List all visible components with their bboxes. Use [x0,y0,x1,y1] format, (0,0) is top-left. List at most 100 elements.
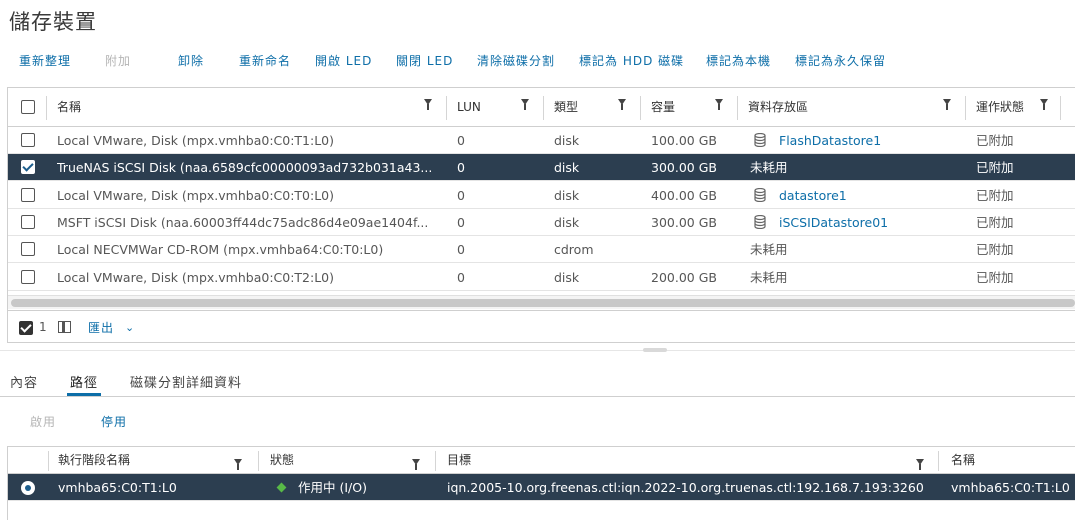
device-datastore: 未耗用 [750,242,788,258]
erase-partitions-button[interactable]: 清除磁碟分割 [477,52,555,69]
column-header-capacity[interactable]: 容量 [640,88,737,127]
filter-icon[interactable] [618,99,626,110]
device-lun: 0 [457,242,465,258]
column-header-name[interactable]: 名稱 [46,88,446,127]
tab-paths[interactable]: 路徑 [70,372,98,391]
chevron-down-icon[interactable]: ⌄ [125,321,134,334]
device-capacity: 400.00 GB [651,187,717,203]
filter-icon[interactable] [424,99,432,110]
datastore-link[interactable]: FlashDatastore1 [779,127,979,154]
datastore-icon [754,187,766,202]
mark-as-perennially-reserved-button[interactable]: 標記為永久保留 [795,52,886,69]
device-capacity: 200.00 GB [651,269,717,285]
column-divider [435,451,436,471]
filter-icon[interactable] [234,459,242,470]
device-operational-state: 已附加 [976,214,1014,230]
page-title: 儲存裝置 [9,10,97,34]
table-row[interactable]: Local NECVMWar CD-ROM (mpx.vmhba64:C0:T0… [8,236,1075,264]
device-datastore: 未耗用 [750,269,788,285]
export-button[interactable]: 匯出 [88,319,114,336]
column-header-target-label: 目標 [447,453,472,467]
column-header-type-label: 類型 [554,100,579,114]
column-header-path-name-label: 名稱 [951,453,976,467]
column-header-path-name[interactable]: 名稱 [951,447,1075,474]
tab-partition-details[interactable]: 磁碟分割詳細資料 [130,372,242,391]
attach-button[interactable]: 附加 [105,52,131,69]
device-operational-state: 已附加 [976,133,1014,148]
rename-button[interactable]: 重新命名 [239,52,291,69]
device-operational-state: 已附加 [976,187,1014,203]
datastore-icon [754,214,766,229]
device-name: TrueNAS iSCSI Disk (naa.6589cfc00000093a… [57,160,433,176]
device-lun: 0 [457,269,465,285]
filter-icon[interactable] [943,99,951,110]
table-row[interactable]: Local VMware, Disk (mpx.vmhba0:C0:T1:L0)… [8,127,1075,154]
datastore-link[interactable]: iSCSIDatastore01 [779,209,979,236]
grid-header: 名稱 LUN 類型 容量 資料存放區 運作狀態 [8,88,1075,127]
table-row[interactable]: Local VMware, Disk (mpx.vmhba0:C0:T2:L0)… [8,264,1075,291]
column-divider [258,451,259,471]
row-checkbox[interactable] [21,242,35,257]
device-lun: 0 [457,187,465,203]
row-checkbox[interactable] [21,214,35,229]
device-name: Local VMware, Disk (mpx.vmhba0:C0:T2:L0) [57,269,335,285]
column-header-operational-state[interactable]: 運作狀態 [965,88,1060,127]
column-toggle-icon[interactable] [58,321,71,333]
column-header-operational-state-label: 運作狀態 [976,100,1025,114]
path-status: 作用中 (I/O) [298,480,367,495]
turn-off-led-button[interactable]: 關閉 LED [396,52,453,69]
column-header-capacity-label: 容量 [651,100,676,114]
detail-tabs: 內容 路徑 磁碟分割詳細資料 [0,370,1075,397]
paths-grid-header: 執行階段名稱 狀態 目標 名稱 [8,447,1075,474]
path-row[interactable]: vmhba65:C0:T1:L0 作用中 (I/O) iqn.2005-10.o… [8,474,1075,501]
column-header-target[interactable]: 目標 [447,447,927,474]
column-header-type[interactable]: 類型 [543,88,640,127]
rescan-button[interactable]: 重新整理 [19,52,71,69]
filter-icon[interactable] [715,99,723,110]
datastore-link[interactable]: datastore1 [779,182,979,209]
column-header-runtime-name[interactable]: 執行階段名稱 [58,447,256,474]
disable-path-button[interactable]: 停用 [101,413,127,430]
enable-path-button[interactable]: 啟用 [30,413,56,430]
device-type: cdrom [554,242,594,258]
row-checkbox[interactable] [21,187,35,202]
device-operational-state: 已附加 [976,242,1014,258]
mark-as-hdd-button[interactable]: 標記為 HDD 磁碟 [579,52,684,69]
device-capacity: 100.00 GB [651,133,717,148]
column-header-status[interactable]: 狀態 [270,447,422,474]
device-lun: 0 [457,214,465,230]
filter-icon[interactable] [1040,99,1048,110]
tab-properties[interactable]: 內容 [10,372,38,391]
device-type: disk [554,187,580,203]
datastore-icon [754,133,766,147]
splitter-handle[interactable] [643,348,667,352]
path-runtime-name: vmhba65:C0:T1:L0 [58,480,177,495]
column-divider [48,451,49,471]
table-row[interactable]: Local VMware, Disk (mpx.vmhba0:C0:T0:L0)… [8,182,1075,209]
turn-on-led-button[interactable]: 開啟 LED [315,52,372,69]
mark-as-local-button[interactable]: 標記為本機 [706,52,771,69]
selected-items-checkbox-icon[interactable] [19,321,33,335]
detach-button[interactable]: 卸除 [178,52,204,69]
column-header-datastore[interactable]: 資料存放區 [737,88,965,127]
table-row[interactable]: MSFT iSCSI Disk (naa.60003ff44dc75adc86d… [8,209,1075,236]
row-checkbox[interactable] [21,160,35,175]
device-capacity: 300.00 GB [651,160,717,176]
pane-splitter[interactable] [0,350,1075,351]
table-row[interactable]: TrueNAS iSCSI Disk (naa.6589cfc00000093a… [8,154,1075,182]
device-name: Local NECVMWar CD-ROM (mpx.vmhba64:C0:T0… [57,242,384,258]
row-checkbox[interactable] [21,133,35,147]
path-radio-button[interactable] [21,481,35,495]
path-target: iqn.2005-10.org.freenas.ctl:iqn.2022-10.… [447,480,924,495]
row-checkbox[interactable] [21,269,35,284]
column-header-runtime-name-label: 執行階段名稱 [58,453,131,467]
selected-count: 1 [39,320,47,334]
select-all-checkbox[interactable] [21,100,35,114]
column-header-lun[interactable]: LUN [446,88,543,127]
filter-icon[interactable] [521,99,529,110]
filter-icon[interactable] [412,459,420,470]
filter-icon[interactable] [916,459,924,470]
scrollbar-thumb[interactable] [11,299,1075,307]
horizontal-scrollbar[interactable] [8,295,1075,309]
device-type: disk [554,214,580,230]
